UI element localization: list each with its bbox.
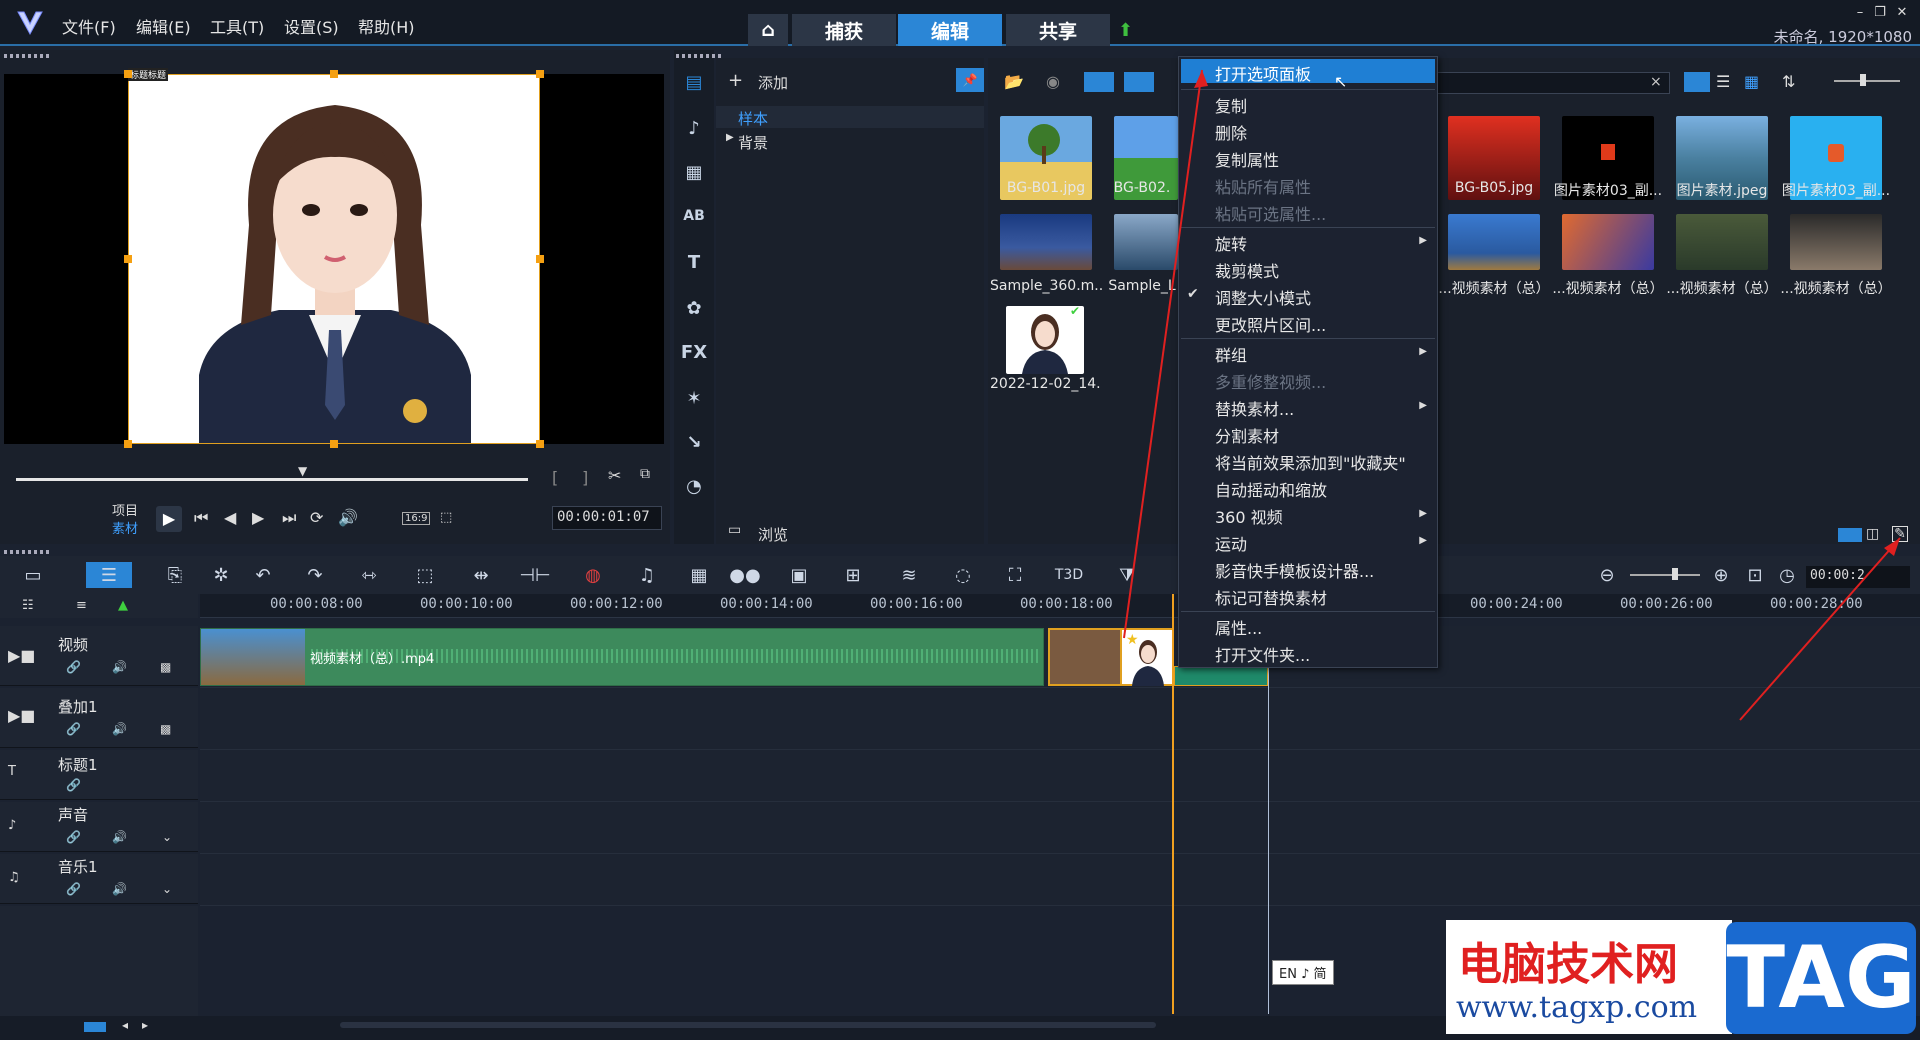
watermark-tag-logo: TAG — [1726, 922, 1916, 1034]
watermark-title: 电脑技术网 — [1458, 939, 1678, 990]
watermark-url: www.tagxp.com — [1456, 990, 1698, 1025]
annotation-arrows — [1123, 69, 1901, 721]
